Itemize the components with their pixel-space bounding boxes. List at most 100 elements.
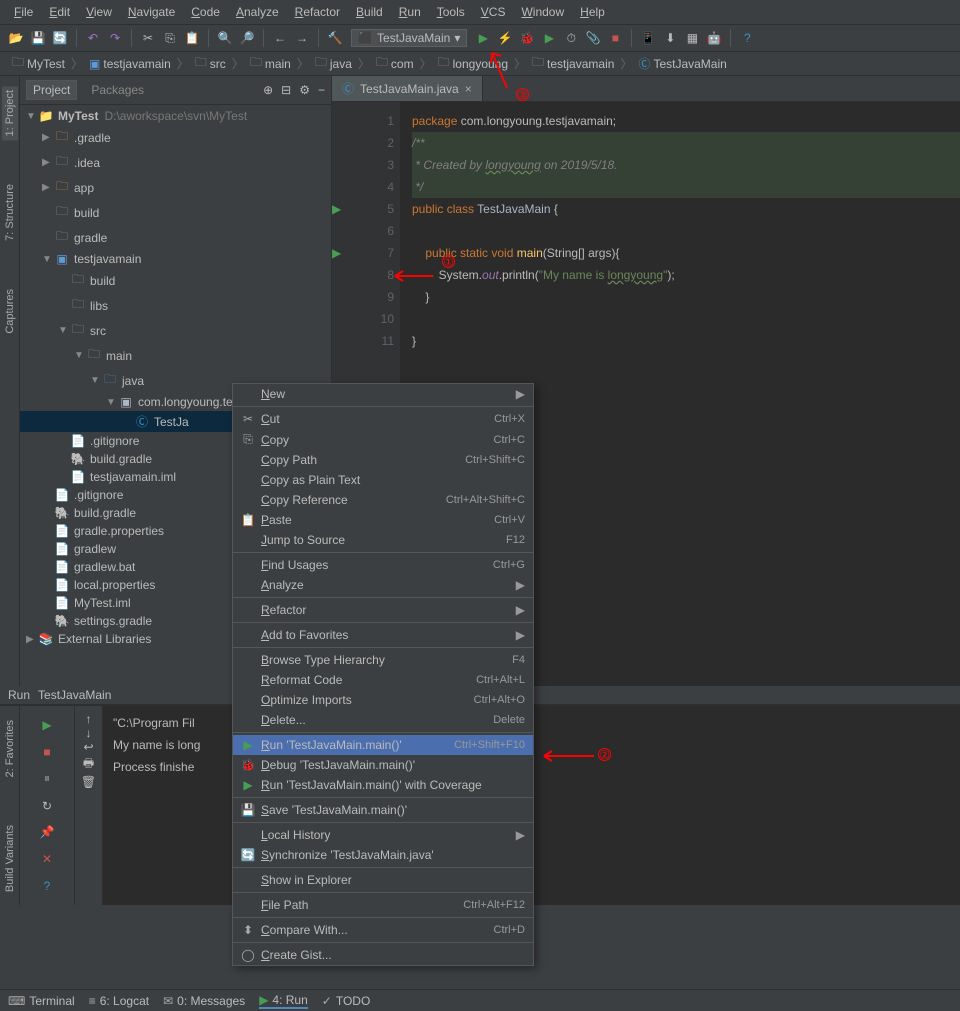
stop-icon[interactable]: ■ [605, 28, 625, 48]
menu-item[interactable]: 🔄Synchronize 'TestJavaMain.java' [233, 845, 533, 865]
tree-root[interactable]: ▼ 📁 MyTest D:\aworkspace\svn\MyTest [20, 107, 331, 125]
open-icon[interactable]: 📂 [6, 28, 26, 48]
save-icon[interactable]: 💾 [28, 28, 48, 48]
settings-icon[interactable]: ⚙ [299, 83, 310, 97]
menu-vcs[interactable]: VCS [473, 2, 514, 22]
redo-icon[interactable]: ↷ [105, 28, 125, 48]
android-icon[interactable]: 🤖 [704, 28, 724, 48]
tree-item[interactable]: ▼▣testjavamain [20, 250, 331, 268]
sync-icon[interactable]: 🔄 [50, 28, 70, 48]
menu-item[interactable]: ⎘CopyCtrl+C [233, 429, 533, 450]
hide-icon[interactable]: − [318, 83, 325, 97]
tool-build-variants[interactable]: Build Variants [2, 821, 18, 896]
tool-captures[interactable]: Captures [2, 285, 18, 338]
menu-item[interactable]: Jump to SourceF12 [233, 530, 533, 550]
crumb-testjavamain[interactable]: ▣testjavamain [85, 55, 175, 73]
tree-item[interactable]: 🗀libs [20, 293, 331, 318]
copy-icon[interactable]: ⎘ [160, 28, 180, 48]
menu-navigate[interactable]: Navigate [120, 2, 183, 22]
pin-icon[interactable]: 📌 [35, 821, 59, 844]
apply-icon[interactable]: ⚡ [495, 28, 515, 48]
close2-icon[interactable]: ✕ [35, 848, 59, 871]
stop-run-icon[interactable]: ■ [35, 741, 59, 764]
menu-item[interactable]: ◯Create Gist... [233, 945, 533, 965]
status-run[interactable]: ▶4: Run [259, 993, 308, 1009]
sdk-icon[interactable]: ⬇ [660, 28, 680, 48]
clear-icon[interactable]: 🗑 [81, 775, 96, 789]
menu-item[interactable]: ✂CutCtrl+X [233, 409, 533, 429]
forward-icon[interactable]: → [292, 28, 312, 48]
crumb-mytest[interactable]: 🗀MyTest [8, 51, 69, 76]
up-icon[interactable]: ↑ [86, 712, 92, 726]
build-icon[interactable]: 🔨 [325, 28, 345, 48]
menu-item[interactable]: 🐞Debug 'TestJavaMain.main()' [233, 755, 533, 775]
menu-tools[interactable]: Tools [429, 2, 473, 22]
menu-item[interactable]: New▶ [233, 384, 533, 404]
editor-tab[interactable]: Ⓒ TestJavaMain.java × [332, 76, 483, 101]
coverage-icon[interactable]: ▶ [539, 28, 559, 48]
print-icon[interactable]: 🖶 [83, 754, 94, 775]
back-icon[interactable]: ← [270, 28, 290, 48]
layout-icon[interactable]: ▦ [682, 28, 702, 48]
cut-icon[interactable]: ✂ [138, 28, 158, 48]
crumb-com[interactable]: 🗀com [372, 51, 418, 76]
debug-icon[interactable]: 🐞 [517, 28, 537, 48]
tool-favorites[interactable]: 2: Favorites [2, 716, 18, 781]
crumb-testjavamain[interactable]: ⒸTestJavaMain [634, 53, 730, 74]
down-icon[interactable]: ↓ [86, 726, 92, 740]
rerun-icon[interactable]: ▶ [35, 714, 59, 737]
menu-build[interactable]: Build [348, 2, 391, 22]
menu-item[interactable]: ⬍Compare With...Ctrl+D [233, 920, 533, 940]
run-icon[interactable]: ▶ [473, 28, 493, 48]
crumb-main[interactable]: 🗀main [246, 51, 295, 76]
menu-view[interactable]: View [78, 2, 120, 22]
menu-run[interactable]: Run [391, 2, 429, 22]
menu-item[interactable]: Browse Type HierarchyF4 [233, 650, 533, 670]
tree-item[interactable]: ▼🗀src [20, 318, 331, 343]
menu-item[interactable]: Copy as Plain Text [233, 470, 533, 490]
collapse-icon[interactable]: ⊟ [281, 83, 291, 97]
menu-item[interactable]: Find UsagesCtrl+G [233, 555, 533, 575]
avd-icon[interactable]: 📱 [638, 28, 658, 48]
menu-item[interactable]: Copy PathCtrl+Shift+C [233, 450, 533, 470]
wrap-icon[interactable]: ↩ [83, 740, 93, 754]
tree-item[interactable]: ▼🗀main [20, 343, 331, 368]
menu-item[interactable]: Local History▶ [233, 825, 533, 845]
menu-file[interactable]: File [6, 2, 41, 22]
close-icon[interactable]: × [465, 82, 472, 96]
status-todo[interactable]: ✓TODO [322, 994, 371, 1008]
tree-item[interactable]: ▶🗀.idea [20, 150, 331, 175]
tree-item[interactable]: 🗀build [20, 200, 331, 225]
crumb-testjavamain[interactable]: 🗀testjavamain [528, 51, 618, 76]
replace-icon[interactable]: 🔎 [237, 28, 257, 48]
tree-item[interactable]: 🗀gradle [20, 225, 331, 250]
status-terminal[interactable]: ⌨Terminal [8, 994, 75, 1008]
menu-item[interactable]: File PathCtrl+Alt+F12 [233, 895, 533, 915]
menu-item[interactable]: 📋PasteCtrl+V [233, 510, 533, 530]
menu-item[interactable]: Copy ReferenceCtrl+Alt+Shift+C [233, 490, 533, 510]
pause-icon[interactable]: ⏸ [35, 767, 59, 790]
menu-item[interactable]: ▶Run 'TestJavaMain.main()' with Coverage [233, 775, 533, 795]
menu-code[interactable]: Code [183, 2, 228, 22]
packages-tab[interactable]: Packages [85, 81, 150, 99]
status-messages[interactable]: ✉0: Messages [163, 994, 245, 1008]
find-icon[interactable]: 🔍 [215, 28, 235, 48]
menu-item[interactable]: Optimize ImportsCtrl+Alt+O [233, 690, 533, 710]
project-tab[interactable]: Project [26, 80, 77, 100]
attach-icon[interactable]: 📎 [583, 28, 603, 48]
status-logcat[interactable]: ≡6: Logcat [89, 994, 149, 1008]
profile-icon[interactable]: ⏱ [561, 28, 581, 48]
menu-item[interactable]: Add to Favorites▶ [233, 625, 533, 645]
menu-item[interactable]: Delete...Delete [233, 710, 533, 730]
menu-refactor[interactable]: Refactor [287, 2, 348, 22]
menu-item[interactable]: ▶Run 'TestJavaMain.main()'Ctrl+Shift+F10 [233, 735, 533, 755]
menu-help[interactable]: Help [572, 2, 613, 22]
scroll-from-icon[interactable]: ⊕ [263, 83, 273, 97]
undo-icon[interactable]: ↶ [83, 28, 103, 48]
tool-project[interactable]: 1: Project [2, 86, 18, 140]
crumb-longyoung[interactable]: 🗀longyoung [434, 51, 512, 76]
menu-item[interactable]: Show in Explorer [233, 870, 533, 890]
tool-structure[interactable]: 7: Structure [2, 180, 18, 245]
crumb-java[interactable]: 🗀java [311, 51, 356, 76]
menu-item[interactable]: Refactor▶ [233, 600, 533, 620]
